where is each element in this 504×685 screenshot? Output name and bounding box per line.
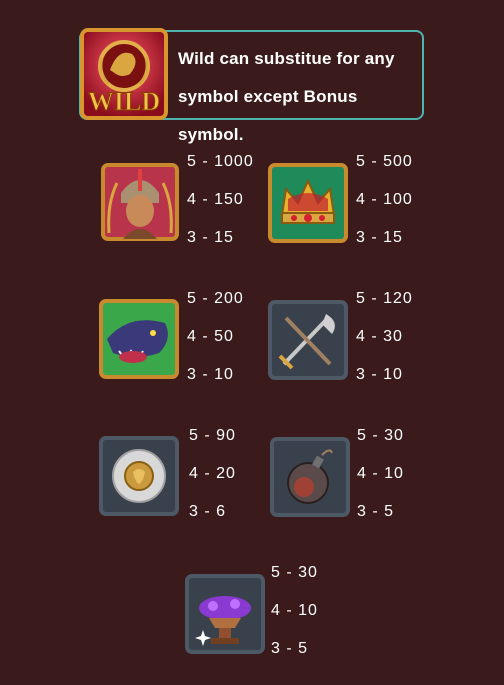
pay-4: 4 - 50	[187, 328, 234, 345]
pay-5: 5 - 120	[356, 290, 413, 307]
pay-5: 5 - 500	[356, 153, 413, 170]
wild-icon: WILD	[80, 28, 168, 120]
pay-5: 5 - 30	[271, 564, 318, 581]
paytable-bomb: 5 - 30 4 - 10 3 - 5	[357, 417, 404, 531]
paytable-shield: 5 - 90 4 - 20 3 - 6	[189, 417, 236, 531]
wild-label: WILD	[88, 87, 160, 116]
beast-icon	[99, 299, 179, 379]
pay-5: 5 - 200	[187, 290, 244, 307]
crossed-weapons-icon	[268, 300, 348, 380]
pay-4: 4 - 100	[356, 191, 413, 208]
pay-4: 4 - 10	[271, 602, 318, 619]
pay-4: 4 - 20	[189, 465, 236, 482]
bomb-icon	[270, 437, 350, 517]
paytable-gladiator: 5 - 1000 4 - 150 3 - 15	[187, 143, 254, 257]
pay-4: 4 - 10	[357, 465, 404, 482]
gladiator-icon	[101, 163, 179, 241]
pay-5: 5 - 1000	[187, 153, 254, 170]
pay-3: 3 - 6	[189, 503, 227, 520]
pay-4: 4 - 30	[356, 328, 403, 345]
paytable-beast: 5 - 200 4 - 50 3 - 10	[187, 280, 244, 394]
pay-5: 5 - 30	[357, 427, 404, 444]
paytable-anvil-gems: 5 - 30 4 - 10 3 - 5	[271, 554, 318, 668]
pay-3: 3 - 15	[356, 229, 403, 246]
anvil-gems-icon	[185, 574, 265, 654]
pay-3: 3 - 10	[356, 366, 403, 383]
paytable-crossed-weapons: 5 - 120 4 - 30 3 - 10	[356, 280, 413, 394]
wild-description: Wild can substitue for any symbol except…	[178, 49, 395, 144]
paytable-crown: 5 - 500 4 - 100 3 - 15	[356, 143, 413, 257]
pay-3: 3 - 10	[187, 366, 234, 383]
pay-3: 3 - 15	[187, 229, 234, 246]
pay-3: 3 - 5	[271, 640, 309, 657]
pay-5: 5 - 90	[189, 427, 236, 444]
shield-icon	[99, 436, 179, 516]
crown-icon	[268, 163, 348, 243]
pay-3: 3 - 5	[357, 503, 395, 520]
pay-4: 4 - 150	[187, 191, 244, 208]
